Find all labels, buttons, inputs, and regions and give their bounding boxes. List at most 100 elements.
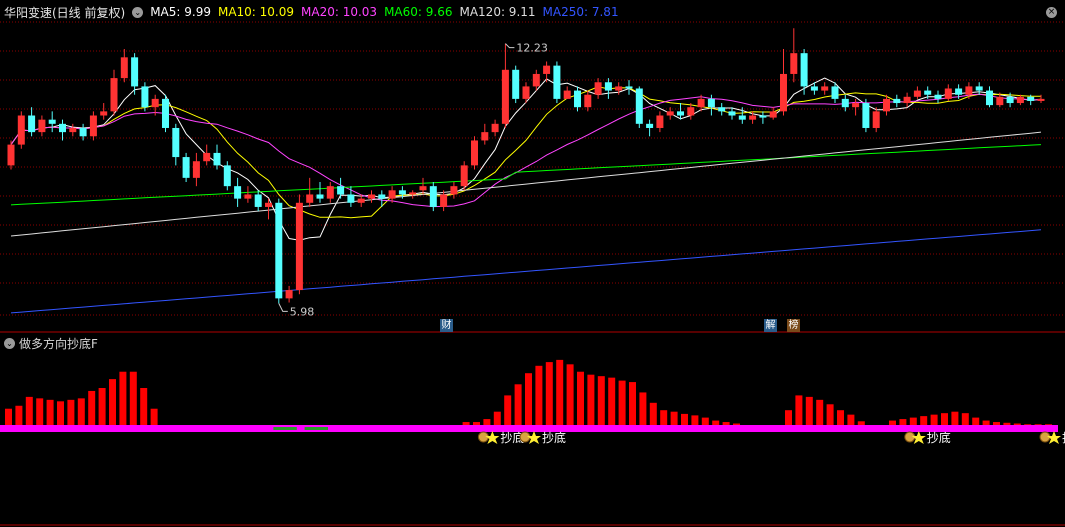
candle-body <box>491 123 499 133</box>
indicator-bar <box>140 388 148 425</box>
event-marker[interactable]: 财 <box>440 319 453 332</box>
indicator-bar <box>639 392 647 425</box>
star-icon <box>485 431 500 444</box>
candle-body <box>79 127 87 137</box>
star-icon <box>1047 431 1061 444</box>
indicator-bar <box>837 410 844 425</box>
indicator-bar <box>150 408 158 425</box>
candle-body <box>120 57 128 79</box>
candle-body <box>265 202 272 207</box>
candle-body <box>285 290 293 299</box>
candle-body <box>934 94 942 99</box>
candle-body <box>398 190 406 195</box>
indicator-title: 做多方向抄底F <box>19 336 98 351</box>
indicator-baseline <box>0 425 1058 432</box>
candle-body <box>810 86 818 91</box>
indicator-bar <box>1034 424 1042 425</box>
candle-body <box>553 65 561 99</box>
indicator-bar <box>57 401 64 425</box>
chevron-down-icon[interactable]: ⌄ <box>132 6 144 18</box>
candle-body <box>759 115 767 118</box>
candle-body <box>604 82 612 91</box>
candle-body <box>275 202 283 299</box>
candle-body <box>677 111 684 116</box>
stock-chart-window: 12.235.98抄底抄底抄底抄底 华阳变速(日线 前复权) ⌄ MA5: 9.… <box>0 0 1065 527</box>
candle-body <box>862 103 870 128</box>
candle-body <box>986 90 993 106</box>
candle-body <box>790 53 798 74</box>
indicator-bar <box>701 417 709 425</box>
candle-body <box>749 115 757 120</box>
star-icon <box>527 431 541 444</box>
candle-body <box>903 96 911 104</box>
indicator-bar <box>993 422 1000 425</box>
event-marker[interactable]: 榜 <box>787 319 800 332</box>
indicator-bar <box>972 417 980 425</box>
indicator-bar <box>649 402 657 425</box>
candle-body <box>996 96 1004 106</box>
price-chart[interactable]: 12.235.98抄底抄底抄底抄底 <box>0 0 1065 527</box>
candle-body <box>244 194 252 199</box>
candle-body <box>172 127 180 158</box>
indicator-bar <box>1003 422 1011 425</box>
indicator-bar <box>25 396 33 425</box>
candle-body <box>1006 96 1014 104</box>
candle-body <box>295 202 303 291</box>
indicator-bar <box>795 395 803 425</box>
indicator-bar <box>98 388 106 425</box>
indicator-bar <box>961 413 969 425</box>
high-pointer <box>505 43 515 49</box>
candle-body <box>254 194 262 207</box>
indicator-bar <box>15 405 23 425</box>
chevron-down-icon[interactable]: ⌄ <box>4 337 15 349</box>
indicator-bar <box>941 413 948 425</box>
indicator-bar <box>722 422 730 425</box>
ma120-line <box>10 131 1042 237</box>
candle-body <box>1037 98 1045 101</box>
indicator-bar <box>982 420 990 425</box>
indicator-bar <box>119 371 127 425</box>
indicator-bar <box>691 415 699 425</box>
candle-body <box>429 186 437 207</box>
indicator-bar <box>920 416 928 425</box>
candle-body <box>666 111 674 116</box>
high-price-label: 12.23 <box>516 42 548 55</box>
indicator-bar <box>670 411 678 425</box>
candle-body <box>182 157 190 178</box>
close-icon[interactable]: × <box>1046 7 1057 18</box>
candle-body <box>471 140 478 166</box>
candle-body <box>769 111 777 118</box>
candle-body <box>151 98 159 108</box>
candle-body <box>646 123 654 128</box>
candle-body <box>522 86 530 99</box>
candle-body <box>234 186 242 199</box>
candle-body <box>409 192 417 195</box>
candle-body <box>357 198 365 203</box>
indicator-negative-bar <box>283 427 297 430</box>
indicator-bar <box>504 395 512 425</box>
candle-body <box>893 98 901 104</box>
candle-body <box>584 94 592 108</box>
candle-body <box>162 98 169 128</box>
indicator-bar <box>587 374 595 425</box>
ma-legend-item: MA20: 10.03 <box>301 5 378 19</box>
candle-body <box>203 152 211 162</box>
indicator-bar <box>535 365 543 425</box>
signal-label: 抄底 <box>927 430 951 445</box>
event-marker[interactable]: 解 <box>764 319 777 332</box>
candle-body <box>501 69 509 124</box>
indicator-bar <box>109 379 116 425</box>
candle-body <box>883 98 890 112</box>
candle-body <box>326 186 334 199</box>
ma250-line <box>10 229 1042 314</box>
candle-body <box>316 194 324 199</box>
candle-body <box>1016 96 1024 104</box>
signal-label: 抄底 <box>542 430 566 445</box>
candle-body <box>594 82 602 95</box>
candle-body <box>481 132 489 141</box>
indicator-bar <box>514 384 522 425</box>
candle-body <box>28 115 36 133</box>
indicator-negative-bar <box>315 427 328 430</box>
candle-body <box>223 165 231 187</box>
indicator-bar <box>597 376 605 425</box>
